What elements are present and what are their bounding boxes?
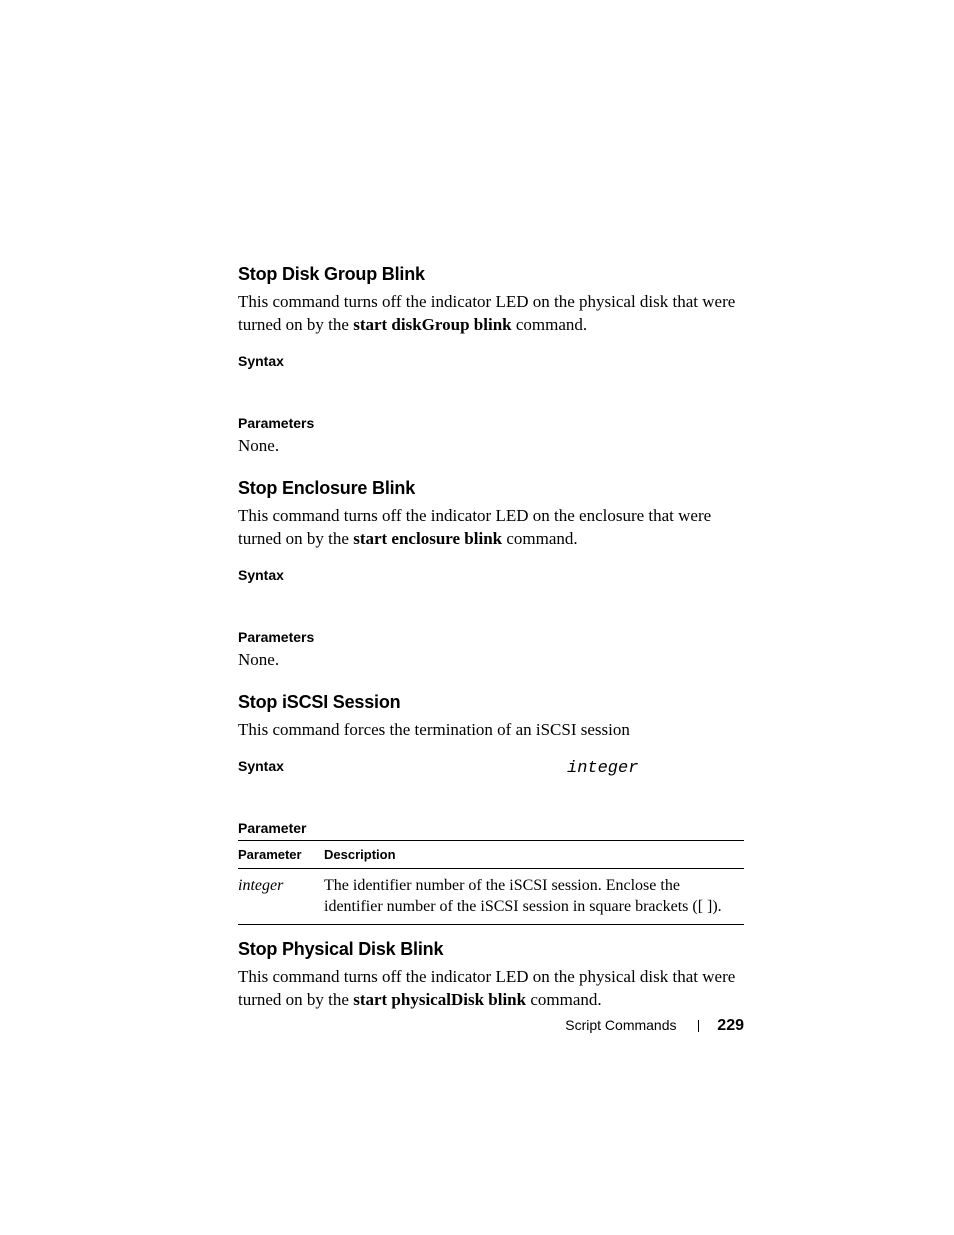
heading-stop-physical-disk-blink: Stop Physical Disk Blink — [238, 939, 744, 960]
param-description: The identifier number of the iSCSI sessi… — [324, 868, 744, 924]
bold-command: start diskGroup blink — [353, 315, 511, 334]
subhead-syntax: Syntax — [238, 353, 744, 369]
footer-separator — [698, 1020, 699, 1032]
text-fragment: command. — [526, 990, 602, 1009]
parameter-table: Parameter Description integer The identi… — [238, 840, 744, 925]
body-text: This command turns off the indicator LED… — [238, 291, 744, 337]
body-text: This command forces the termination of a… — [238, 719, 744, 742]
body-text: This command turns off the indicator LED… — [238, 966, 744, 1012]
subhead-syntax: Syntax — [238, 758, 744, 774]
subhead-parameters: Parameters — [238, 629, 744, 645]
footer-section-name: Script Commands — [565, 1017, 676, 1033]
text-fragment: command. — [512, 315, 588, 334]
document-page: Stop Disk Group Blink This command turns… — [0, 0, 954, 1235]
table-header-row: Parameter Description — [238, 840, 744, 868]
body-text: This command turns off the indicator LED… — [238, 505, 744, 551]
text-fragment: command. — [502, 529, 578, 548]
syntax-token-integer: integer — [567, 759, 638, 778]
parameters-none: None. — [238, 435, 744, 458]
table-header-description: Description — [324, 840, 744, 868]
subhead-parameter: Parameter — [238, 820, 744, 836]
parameters-none: None. — [238, 649, 744, 672]
table-row: integer The identifier number of the iSC… — [238, 868, 744, 924]
bold-command: start enclosure blink — [353, 529, 502, 548]
subhead-syntax: Syntax — [238, 567, 744, 583]
heading-stop-enclosure-blink: Stop Enclosure Blink — [238, 478, 744, 499]
bold-command: start physicalDisk blink — [353, 990, 526, 1009]
param-name: integer — [238, 868, 324, 924]
page-footer: Script Commands 229 — [565, 1017, 744, 1035]
subhead-parameters: Parameters — [238, 415, 744, 431]
heading-stop-iscsi-session: Stop iSCSI Session — [238, 692, 744, 713]
heading-stop-disk-group-blink: Stop Disk Group Blink — [238, 264, 744, 285]
table-header-parameter: Parameter — [238, 840, 324, 868]
footer-page-number: 229 — [717, 1017, 744, 1034]
